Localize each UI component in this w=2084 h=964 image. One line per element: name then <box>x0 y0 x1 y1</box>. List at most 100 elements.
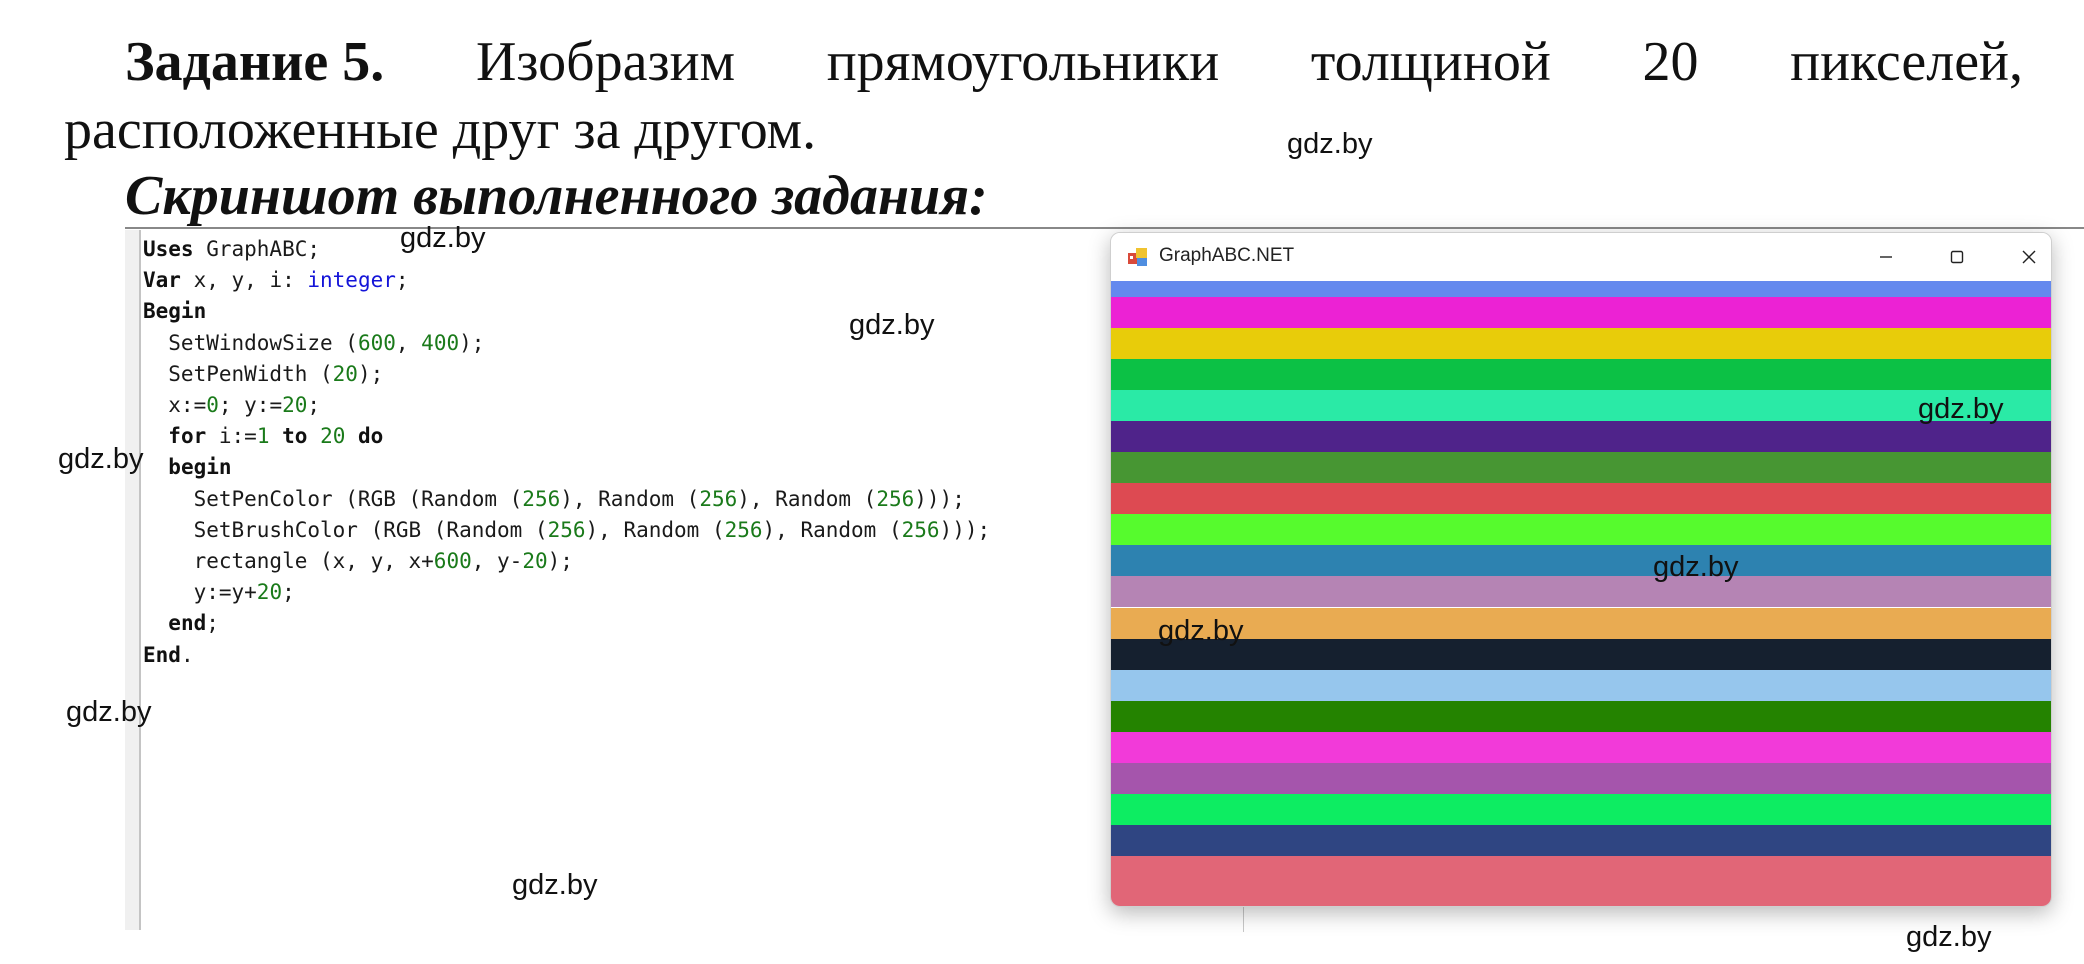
code-keyword: End <box>143 642 181 667</box>
task-word: прямоугольники <box>826 31 1220 93</box>
code-number: 256 <box>901 517 940 542</box>
code-keyword: for <box>168 424 207 449</box>
code-text: ; y:= <box>218 393 283 418</box>
code-text: . <box>180 642 194 667</box>
colored-rectangle <box>1111 576 2051 608</box>
code-line: SetPenColor (RGB (Random (256), Random (… <box>143 484 990 515</box>
code-number: 256 <box>724 517 763 542</box>
watermark: gdz.by <box>512 869 598 901</box>
code-line: rectangle (x, y, x+600, y-20); <box>143 546 990 577</box>
watermark: gdz.by <box>849 309 935 341</box>
watermark: gdz.by <box>400 222 486 254</box>
screenshot-heading: Скриншот выполненного задания: <box>125 165 988 227</box>
code-line: y:=y+20; <box>143 577 990 608</box>
code-line: Var x, y, i: integer; <box>143 265 990 296</box>
colored-rectangle <box>1111 281 2051 297</box>
colored-rectangle <box>1111 358 2051 390</box>
code-line: end; <box>143 608 990 639</box>
code-text: ; <box>282 580 295 605</box>
task-word: толщиной <box>1310 31 1551 93</box>
watermark: gdz.by <box>1918 393 2004 425</box>
code-number: 600 <box>433 549 472 574</box>
maximize-icon <box>1950 250 1964 264</box>
code-text: SetPenColor (RGB (Random ( <box>143 486 523 511</box>
code-line: SetBrushColor (RGB (Random (256), Random… <box>143 515 991 546</box>
code-text: ), Random ( <box>737 486 877 511</box>
colored-rectangle <box>1111 825 2051 857</box>
code-number: 400 <box>421 330 460 355</box>
code-text: ); <box>459 330 485 355</box>
code-line: SetPenWidth (20); <box>143 359 990 390</box>
code-line: Uses GraphABC; <box>143 234 990 265</box>
minimize-button[interactable] <box>1856 239 1916 275</box>
watermark: gdz.by <box>66 696 152 728</box>
code-number: 256 <box>522 486 561 511</box>
code-text: GraphABC; <box>193 237 321 261</box>
task-statement-line-1: Задание 5. Изобразим прямоугольники толщ… <box>125 30 2023 94</box>
watermark: gdz.by <box>1906 921 1992 953</box>
source-code[interactable]: Uses GraphABC; Var x, y, i: integer; Begin… <box>143 234 990 671</box>
code-number: 1 <box>256 424 270 449</box>
code-text: ); <box>357 361 384 386</box>
code-text: ; <box>395 268 409 293</box>
window-title: GraphABC.NET <box>1159 245 1295 266</box>
watermark: gdz.by <box>1158 615 1244 647</box>
colored-rectangle <box>1111 607 2051 639</box>
code-number: 256 <box>699 486 738 511</box>
code-text: x:= <box>143 393 207 418</box>
colored-rectangle <box>1111 545 2051 577</box>
colored-rectangle <box>1111 483 2051 515</box>
code-number: 0 <box>206 393 219 418</box>
code-text: SetBrushColor (RGB (Random ( <box>143 517 548 542</box>
editor-gutter <box>125 230 141 930</box>
code-number: 256 <box>547 517 586 542</box>
code-keyword: Uses <box>143 237 194 261</box>
code-keyword: begin <box>168 455 232 480</box>
colored-rectangle <box>1111 638 2051 670</box>
close-button[interactable] <box>1999 239 2051 275</box>
code-text: ); <box>547 549 573 574</box>
colored-rectangle <box>1111 327 2051 359</box>
graphabc-window: GraphABC.NET <box>1110 232 2052 907</box>
colored-rectangle <box>1111 794 2051 826</box>
code-keyword: end <box>168 611 207 636</box>
code-number: 20 <box>332 361 358 386</box>
colored-rectangle <box>1111 763 2051 795</box>
watermark: gdz.by <box>1653 551 1739 583</box>
colored-rectangle <box>1111 700 2051 732</box>
minimize-icon <box>1880 256 1892 258</box>
code-text: x, y, i: <box>180 268 308 293</box>
watermark: gdz.by <box>58 443 144 475</box>
code-keyword: Begin <box>143 299 207 324</box>
colored-rectangle <box>1111 389 2051 421</box>
code-keyword: Var <box>143 268 181 293</box>
close-icon <box>2022 250 2036 264</box>
code-line: End. <box>143 640 990 671</box>
window-titlebar[interactable]: GraphABC.NET <box>1111 233 2051 281</box>
code-number: 20 <box>320 424 346 449</box>
code-text: ; <box>206 611 219 636</box>
code-text: ))); <box>939 517 991 542</box>
code-line: begin <box>143 452 990 483</box>
code-number: 20 <box>256 580 283 605</box>
task-word: пикселей, <box>1790 31 2024 93</box>
code-number: 256 <box>876 486 915 511</box>
code-keyword: do <box>358 424 384 449</box>
colored-rectangle <box>1111 856 2051 906</box>
watermark: gdz.by <box>1287 128 1373 160</box>
graphabc-app-icon <box>1128 248 1147 266</box>
colored-rectangle <box>1111 296 2051 328</box>
code-text: ), Random ( <box>762 517 902 542</box>
maximize-button[interactable] <box>1927 239 1987 275</box>
code-editor[interactable]: Uses GraphABC; Var x, y, i: integer; Begin… <box>125 230 1245 930</box>
code-text: ))); <box>914 486 965 511</box>
colored-rectangle <box>1111 669 2051 701</box>
code-number: 20 <box>282 393 308 418</box>
graphics-canvas <box>1111 281 2051 906</box>
code-text: ), Random ( <box>560 486 700 511</box>
